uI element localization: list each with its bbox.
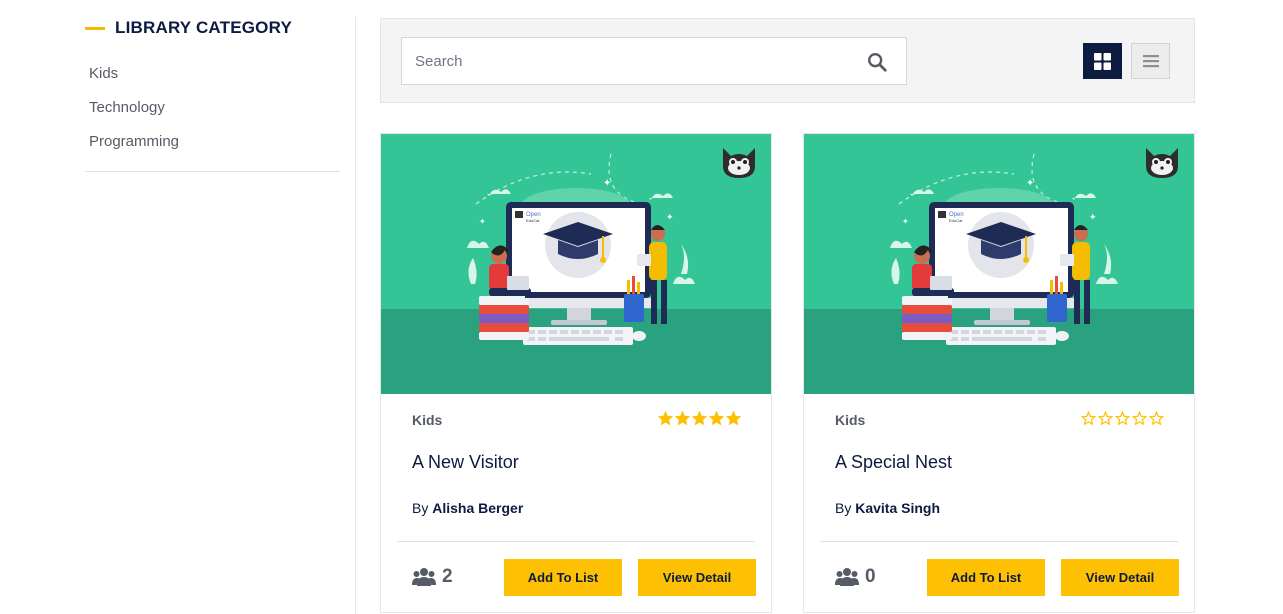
view-detail-button[interactable]: View Detail — [638, 559, 756, 596]
members-count-value: 0 — [865, 566, 876, 587]
star-empty-icon — [1132, 411, 1147, 426]
card-divider — [397, 541, 755, 542]
star-filled-icon — [709, 411, 724, 426]
book-card[interactable]: Open EduCat — [803, 133, 1195, 613]
cat-mascot-icon — [1146, 148, 1178, 178]
library-toolbar — [380, 18, 1195, 103]
list-view-button[interactable] — [1131, 43, 1170, 79]
column-divider — [355, 17, 356, 614]
users-icon — [835, 568, 859, 586]
list-icon — [1142, 55, 1159, 68]
view-detail-button[interactable]: View Detail — [1061, 559, 1179, 596]
star-empty-icon — [1098, 411, 1113, 426]
svg-text:✦: ✦ — [666, 212, 674, 222]
members-count-value: 2 — [442, 566, 453, 587]
book-category: Kids — [835, 412, 866, 428]
author-name[interactable]: Kavita Singh — [855, 500, 940, 516]
book-title[interactable]: A New Visitor — [412, 452, 519, 473]
star-filled-icon — [675, 411, 690, 426]
add-to-list-button[interactable]: Add To List — [927, 559, 1045, 596]
book-author-line: By Kavita Singh — [835, 500, 940, 516]
star-rating — [1081, 411, 1164, 426]
education-illustration: Open EduCat ✦ ✦ ✦ — [804, 134, 1194, 394]
star-rating — [658, 411, 741, 426]
svg-text:✦: ✦ — [1089, 212, 1097, 222]
search-icon[interactable] — [866, 51, 888, 73]
members-count: 2 — [412, 566, 453, 588]
svg-text:✦: ✦ — [1026, 178, 1034, 189]
star-filled-icon — [658, 411, 673, 426]
star-empty-icon — [1149, 411, 1164, 426]
book-card[interactable]: Open EduCat — [380, 133, 772, 613]
search-box — [401, 37, 907, 85]
sidebar-divider — [85, 171, 340, 172]
sidebar-item-technology[interactable]: Technology — [89, 98, 179, 132]
svg-text:✦: ✦ — [902, 217, 909, 226]
book-cover-image[interactable]: Open EduCat ✦ ✦ ✦ — [381, 134, 771, 394]
logo-text-educat: EduCat — [526, 218, 540, 223]
book-title[interactable]: A Special Nest — [835, 452, 952, 473]
category-list: Kids Technology Programming — [89, 64, 179, 166]
logo-text-educat: EduCat — [949, 218, 963, 223]
grid-view-button[interactable] — [1083, 43, 1122, 79]
star-filled-icon — [726, 411, 741, 426]
star-empty-icon — [1081, 411, 1096, 426]
users-icon — [412, 568, 436, 586]
sidebar-heading: LIBRARY CATEGORY — [85, 17, 292, 39]
book-author-line: By Alisha Berger — [412, 500, 523, 516]
book-category: Kids — [412, 412, 443, 428]
sidebar-title: LIBRARY CATEGORY — [115, 18, 292, 37]
star-empty-icon — [1115, 411, 1130, 426]
heading-accent-bar — [85, 26, 105, 30]
sidebar-item-kids[interactable]: Kids — [89, 64, 179, 98]
search-input[interactable] — [402, 38, 842, 84]
members-count: 0 — [835, 566, 876, 588]
card-divider — [820, 541, 1178, 542]
grid-icon — [1094, 52, 1111, 70]
by-label: By — [835, 500, 852, 516]
by-label: By — [412, 500, 429, 516]
add-to-list-button[interactable]: Add To List — [504, 559, 622, 596]
education-illustration: Open EduCat ✦ ✦ ✦ — [381, 134, 771, 394]
cat-mascot-icon — [723, 148, 755, 178]
sidebar-item-programming[interactable]: Programming — [89, 132, 179, 166]
svg-text:✦: ✦ — [479, 217, 486, 226]
svg-text:✦: ✦ — [603, 178, 611, 189]
author-name[interactable]: Alisha Berger — [432, 500, 523, 516]
star-filled-icon — [692, 411, 707, 426]
book-cover-image[interactable]: Open EduCat ✦ ✦ ✦ — [804, 134, 1194, 394]
